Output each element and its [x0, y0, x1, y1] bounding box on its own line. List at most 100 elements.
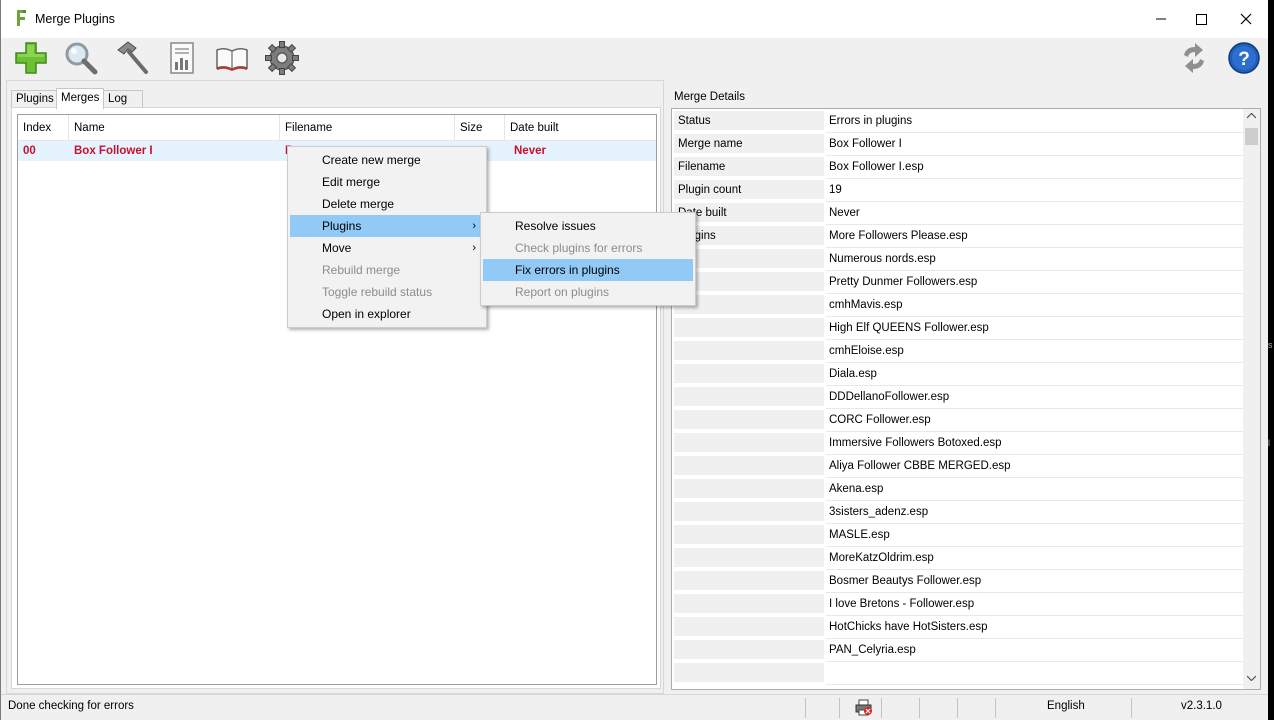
menu-item-plugins[interactable]: Plugins › [290, 215, 484, 237]
scroll-down-icon[interactable] [1247, 675, 1256, 681]
details-row[interactable]: cmhMavis.esp [674, 295, 1244, 318]
window-title: Merge Plugins [35, 12, 115, 26]
details-row[interactable]: Immersive Followers Botoxed.esp [674, 433, 1244, 456]
details-value: 19 [826, 180, 1244, 202]
details-value [826, 663, 1244, 685]
status-divider [957, 698, 958, 718]
details-row[interactable]: MASLE.esp [674, 525, 1244, 548]
table-header: Index Name Filename Size Date built [18, 115, 656, 141]
hammer-icon[interactable] [114, 40, 150, 76]
details-row[interactable]: Numerous nords.esp [674, 249, 1244, 272]
details-row[interactable]: Aliya Follower CBBE MERGED.esp [674, 456, 1244, 479]
maximize-button[interactable] [1178, 0, 1224, 38]
help-icon[interactable]: ? [1226, 40, 1262, 76]
column-header-name[interactable]: Name [69, 115, 280, 141]
search-icon[interactable] [63, 40, 99, 76]
details-key [674, 318, 824, 339]
menu-item-label: Toggle rebuild status [322, 285, 433, 299]
details-key [674, 525, 824, 546]
details-key: Plugins [674, 226, 824, 247]
cell-date-built: Never [514, 145, 546, 157]
menu-item-move[interactable]: Move › [290, 237, 484, 259]
column-header-index[interactable]: Index [18, 115, 69, 141]
status-divider [805, 698, 806, 718]
refresh-icon[interactable] [1176, 40, 1212, 76]
details-row[interactable]: I love Bretons - Follower.esp [674, 594, 1244, 617]
status-divider [995, 698, 996, 718]
details-value: Pretty Dunmer Followers.esp [826, 272, 1244, 294]
details-key: Merge name [674, 134, 824, 155]
details-row[interactable]: PAN_Celyria.esp [674, 640, 1244, 663]
menu-item-open-in-explorer[interactable]: Open in explorer [290, 303, 484, 325]
menu-item-rebuild-merge[interactable]: Rebuild merge [290, 259, 484, 281]
add-icon[interactable] [13, 40, 49, 76]
details-row[interactable]: 3sisters_adenz.esp [674, 502, 1244, 525]
menu-item-edit-merge[interactable]: Edit merge [290, 171, 484, 193]
details-value: Errors in plugins [826, 111, 1244, 133]
details-key [674, 433, 824, 454]
printer-error-icon[interactable] [855, 699, 873, 716]
chevron-right-icon: › [472, 242, 476, 254]
menu-item-label: Open in explorer [322, 307, 411, 321]
column-header-date-built[interactable]: Date built [505, 115, 656, 141]
tab-merges[interactable]: Merges [56, 88, 105, 109]
submenu-item-check-plugins-for-errors[interactable]: Check plugins for errors [483, 237, 693, 259]
details-row[interactable]: Diala.esp [674, 364, 1244, 387]
details-value: Aliya Follower CBBE MERGED.esp [826, 456, 1244, 478]
status-divider [1131, 698, 1132, 718]
details-title: Merge Details [674, 91, 745, 103]
details-row[interactable]: Pretty Dunmer Followers.esp [674, 272, 1244, 295]
details-value: Box Follower I.esp [826, 157, 1244, 179]
close-button[interactable] [1223, 0, 1269, 38]
details-value: Akena.esp [826, 479, 1244, 501]
details-key [674, 594, 824, 615]
details-row[interactable]: cmhEloise.esp [674, 341, 1244, 364]
scroll-up-icon[interactable] [1247, 113, 1256, 119]
details-row[interactable]: Merge name Box Follower I [674, 134, 1244, 157]
details-value: I love Bretons - Follower.esp [826, 594, 1244, 616]
title-bar: Merge Plugins [1, 0, 1268, 38]
details-row[interactable]: Status Errors in plugins [674, 111, 1244, 134]
submenu-item-resolve-issues[interactable]: Resolve issues [483, 215, 693, 237]
menu-item-toggle-rebuild-status[interactable]: Toggle rebuild status [290, 281, 484, 303]
book-icon[interactable] [214, 40, 250, 76]
details-row[interactable]: Filename Box Follower I.esp [674, 157, 1244, 180]
details-row[interactable]: Plugins More Followers Please.esp [674, 226, 1244, 249]
details-row[interactable]: CORC Follower.esp [674, 410, 1244, 433]
tab-plugins[interactable]: Plugins [11, 90, 59, 108]
column-header-size[interactable]: Size [455, 115, 505, 141]
submenu-item-fix-errors-in-plugins[interactable]: Fix errors in plugins [483, 259, 693, 281]
scrollbar-thumb[interactable] [1245, 128, 1258, 145]
details-value: High Elf QUEENS Follower.esp [826, 318, 1244, 340]
column-header-filename[interactable]: Filename [280, 115, 455, 141]
menu-item-label: Create new merge [322, 153, 421, 167]
details-value: cmhMavis.esp [826, 295, 1244, 317]
details-row[interactable]: HotChicks have HotSisters.esp [674, 617, 1244, 640]
details-key [674, 341, 824, 362]
submenu-item-report-on-plugins[interactable]: Report on plugins [483, 281, 693, 303]
details-row[interactable]: MoreKatzOldrim.esp [674, 548, 1244, 571]
details-row[interactable]: Plugin count 19 [674, 180, 1244, 203]
menu-item-delete-merge[interactable]: Delete merge [290, 193, 484, 215]
details-row[interactable]: Akena.esp [674, 479, 1244, 502]
edge-artifact: s [1268, 340, 1273, 350]
details-value: Never [826, 203, 1244, 225]
menu-item-label: Delete merge [322, 197, 395, 211]
details-scrollbar[interactable] [1243, 109, 1260, 689]
details-row[interactable] [674, 663, 1244, 686]
details-key [674, 249, 824, 270]
details-row[interactable]: Date built Never [674, 203, 1244, 226]
details-row[interactable]: Bosmer Beautys Follower.esp [674, 571, 1244, 594]
tab-log[interactable]: Log [103, 90, 143, 108]
details-value: MASLE.esp [826, 525, 1244, 547]
report-icon[interactable] [164, 40, 200, 76]
details-key: Status [674, 111, 824, 132]
chevron-right-icon: › [472, 220, 476, 232]
cell-index: 00 [23, 145, 36, 157]
gear-icon[interactable] [264, 40, 300, 76]
details-key: Filename [674, 157, 824, 178]
details-row[interactable]: DDDellanoFollower.esp [674, 387, 1244, 410]
details-value: More Followers Please.esp [826, 226, 1244, 248]
menu-item-create-new-merge[interactable]: Create new merge [290, 149, 484, 171]
details-row[interactable]: High Elf QUEENS Follower.esp [674, 318, 1244, 341]
